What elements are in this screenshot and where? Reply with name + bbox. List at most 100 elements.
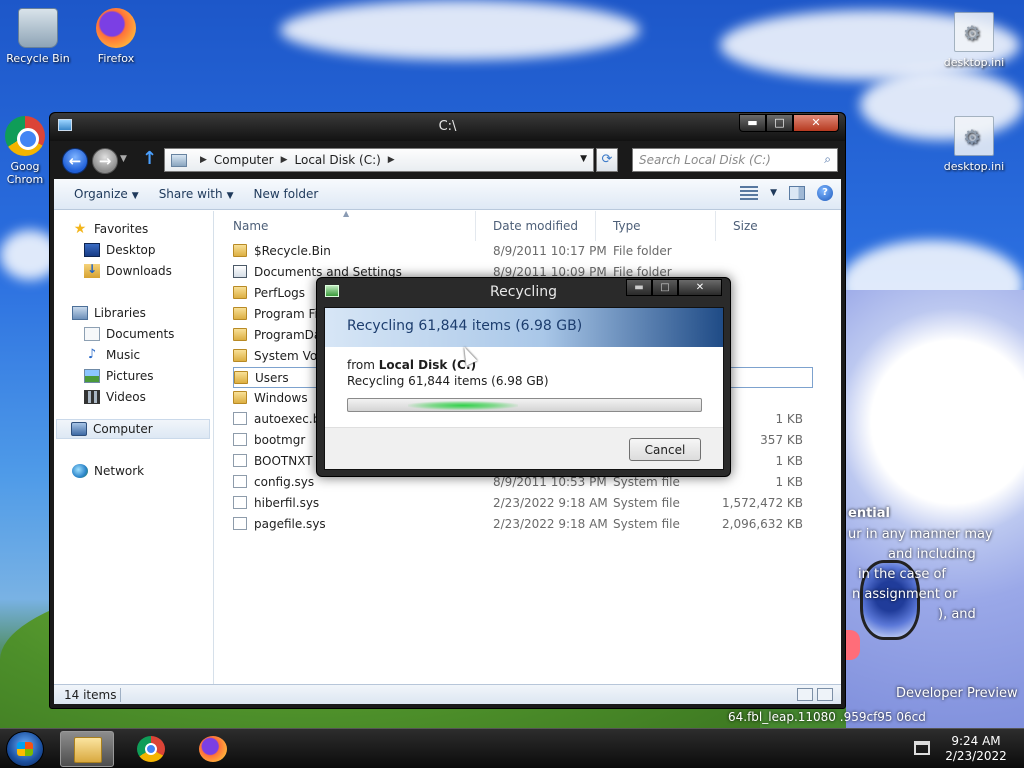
desktop-icon-label: Firefox [97, 52, 135, 65]
file-type: System file [613, 517, 680, 531]
desktop-icon-desktop-ini[interactable]: desktop.ini [938, 116, 1010, 173]
column-header-size[interactable]: Size [733, 219, 758, 233]
address-bar[interactable]: ▶ Computer ▶ Local Disk (C:) ▶ ▼ [164, 148, 594, 172]
source-location-link[interactable]: Local Disk (C:) [379, 358, 476, 372]
help-icon[interactable]: ? [817, 185, 833, 201]
nav-label: Desktop [106, 243, 156, 257]
column-divider[interactable] [475, 211, 476, 241]
computer-icon [71, 422, 87, 436]
file-row[interactable]: pagefile.sys 2/23/2022 9:18 AM System file… [233, 514, 813, 535]
explorer-titlebar[interactable]: C:\ ▬ □ ✕ [50, 113, 845, 141]
system-clock[interactable]: 9:24 AM 2/23/2022 [936, 734, 1016, 764]
search-placeholder: Search Local Disk (C:) [639, 153, 771, 167]
taskbar-chrome[interactable] [124, 731, 178, 767]
dialog-close-button[interactable]: ✕ [678, 279, 722, 296]
maximize-button[interactable]: □ [766, 114, 793, 132]
folder-icon [233, 391, 247, 404]
file-row[interactable]: $Recycle.Bin 8/9/2011 10:17 PM File folder [233, 241, 813, 262]
address-dropdown-chevron-icon[interactable]: ▼ [580, 154, 587, 164]
file-row[interactable]: hiberfil.sys 2/23/2022 9:18 AM System file… [233, 493, 813, 514]
view-options-chevron-icon[interactable]: ▼ [770, 188, 777, 198]
wallpaper-text-line: ur in any manner may [848, 527, 993, 542]
column-divider[interactable] [595, 211, 596, 241]
nav-network[interactable]: Network [72, 461, 230, 481]
large-icons-view-icon[interactable] [817, 688, 833, 701]
breadcrumb-arrow-icon[interactable]: ▶ [281, 155, 288, 165]
progress-indeterminate-glow [408, 401, 518, 410]
close-button[interactable]: ✕ [793, 114, 839, 132]
forward-button[interactable]: → [92, 148, 118, 174]
start-button[interactable] [6, 731, 44, 767]
recent-pages-chevron-icon[interactable]: ▼ [120, 154, 127, 164]
wallpaper-text-line: and including [888, 547, 976, 562]
star-icon: ★ [73, 221, 87, 237]
preview-pane-icon[interactable] [789, 186, 805, 200]
minimize-button[interactable]: ▬ [739, 114, 766, 132]
column-header-date-modified[interactable]: Date modified [493, 219, 578, 233]
network-icon [72, 464, 88, 478]
network-tray-icon[interactable] [914, 741, 930, 755]
file-type: File folder [613, 244, 672, 258]
library-icon [72, 306, 88, 320]
taskbar-explorer[interactable] [60, 731, 114, 767]
folder-icon [233, 265, 247, 278]
search-icon[interactable]: ⌕ [824, 152, 831, 167]
taskbar-firefox[interactable] [186, 731, 240, 767]
folder-icon [233, 307, 247, 320]
desktop-icon-desktop-ini[interactable]: desktop.ini [938, 12, 1010, 69]
dialog-minimize-button[interactable]: ▬ [626, 279, 652, 296]
back-button[interactable]: ← [62, 148, 88, 174]
new-folder-button[interactable]: New folder [244, 187, 329, 201]
documents-icon [84, 327, 100, 341]
breadcrumb-arrow-icon[interactable]: ▶ [200, 155, 207, 165]
file-size: 1 KB [775, 454, 803, 468]
dialog-header: Recycling 61,844 items (6.98 GB) [325, 308, 723, 347]
from-label: from [347, 358, 375, 372]
dialog-footer: Cancel [325, 427, 723, 469]
nav-label: Videos [106, 390, 146, 404]
navigation-bar: ← → ▼ ↑ ▶ Computer ▶ Local Disk (C:) ▶ ▼… [54, 145, 841, 175]
music-icon: ♪ [87, 347, 97, 362]
wallpaper-text-line: 64.fbl_leap.11080 .959cf95 06cd [728, 710, 926, 724]
refresh-button[interactable]: ⟳ [596, 148, 618, 172]
wallpaper-text-line: ), and [938, 607, 976, 622]
desktop-icon-firefox[interactable]: Firefox [80, 8, 152, 65]
breadcrumb-local-disk[interactable]: Local Disk (C:) [295, 153, 381, 167]
nav-favorites[interactable]: ★ Favorites [72, 219, 230, 239]
search-input[interactable]: Search Local Disk (C:) ⌕ [632, 148, 838, 172]
share-with-menu[interactable]: Share with ▼ [149, 187, 244, 201]
nav-computer[interactable]: Computer [56, 419, 210, 439]
pictures-icon [84, 369, 100, 383]
breadcrumb-computer[interactable]: Computer [214, 153, 274, 167]
organize-menu[interactable]: Organize ▼ [64, 187, 149, 201]
desktop-icon-chrome[interactable]: Goog Chrom [0, 116, 50, 186]
cloud [280, 0, 640, 60]
nav-libraries[interactable]: Libraries [72, 303, 230, 323]
desktop-icon-recycle-bin[interactable]: Recycle Bin [2, 8, 74, 65]
up-arrow-icon[interactable]: ↑ [142, 148, 157, 169]
breadcrumb-arrow-icon[interactable]: ▶ [388, 155, 395, 165]
column-header-name[interactable]: Name [233, 219, 268, 233]
file-date-modified: 8/9/2011 10:17 PM [493, 244, 607, 258]
chrome-icon [137, 736, 165, 762]
column-header-type[interactable]: Type [613, 219, 641, 233]
file-icon [233, 454, 247, 467]
file-size: 1 KB [775, 475, 803, 489]
nav-label: Pictures [106, 369, 154, 383]
file-name: hiberfil.sys [254, 496, 320, 510]
nav-label: Downloads [106, 264, 172, 278]
details-view-icon[interactable] [797, 688, 813, 701]
dialog-maximize-button[interactable]: □ [652, 279, 678, 296]
column-divider[interactable] [715, 211, 716, 241]
cancel-button[interactable]: Cancel [629, 438, 701, 461]
organize-label: Organize [74, 187, 128, 201]
firefox-icon [96, 8, 136, 48]
recycling-dialog: Recycling ▬ □ ✕ Recycling 61,844 items (… [316, 277, 731, 477]
file-icon [233, 496, 247, 509]
file-date-modified: 2/23/2022 9:18 AM [493, 496, 608, 510]
chrome-icon [5, 116, 45, 156]
clock-date: 2/23/2022 [945, 749, 1007, 763]
command-bar: Organize ▼ Share with ▼ New folder ▼ ? [54, 179, 841, 210]
computer-icon [171, 153, 187, 167]
change-view-icon[interactable] [740, 186, 759, 200]
